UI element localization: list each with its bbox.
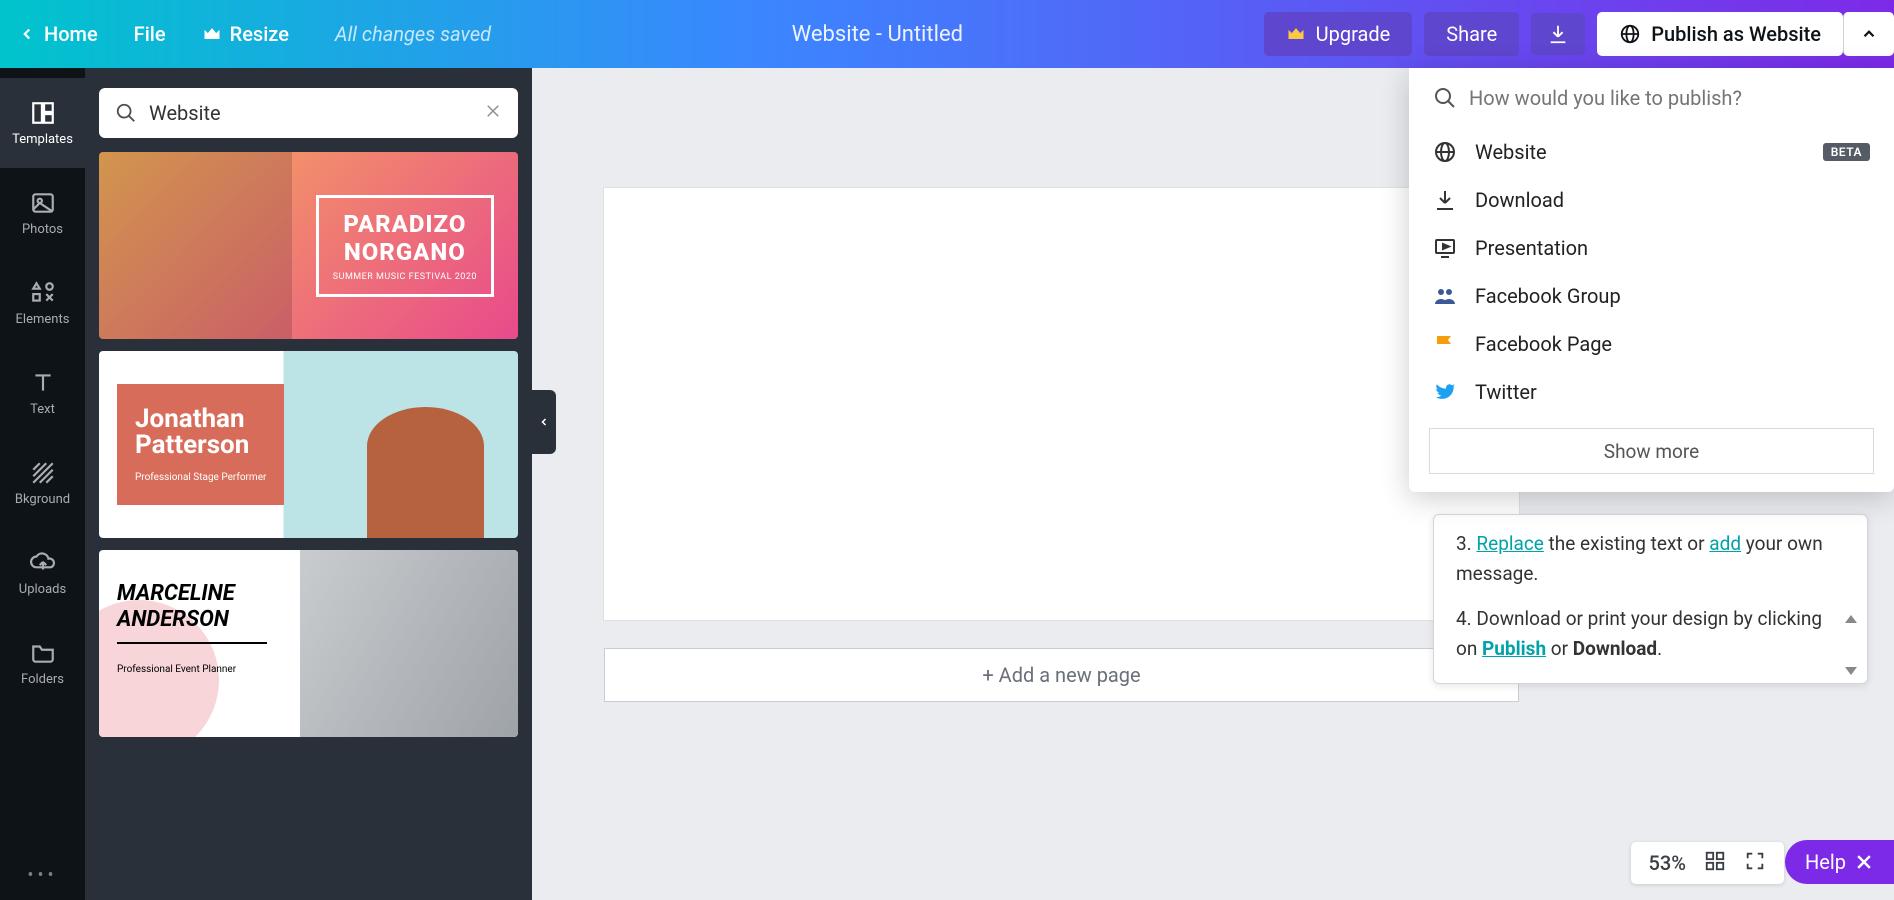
template-card[interactable]: JonathanPatterson Professional Stage Per… — [99, 351, 518, 538]
tips-add-link[interactable]: add — [1709, 532, 1741, 555]
flag-icon — [1433, 332, 1457, 356]
home-label: Home — [44, 22, 98, 46]
rail-folders[interactable]: Folders — [0, 618, 85, 708]
left-rail: Templates Photos Elements Text Bkground … — [0, 68, 85, 900]
text-icon — [30, 370, 56, 396]
publish-option-fbgroup[interactable]: Facebook Group — [1409, 272, 1894, 320]
publish-dropdown: Website BETA Download Presentation Faceb… — [1409, 68, 1894, 492]
save-status: All changes saved — [335, 22, 491, 46]
publish-option-presentation[interactable]: Presentation — [1409, 224, 1894, 272]
hatch-icon — [30, 460, 56, 486]
panel-collapse-toggle[interactable] — [532, 390, 556, 454]
resize-menu[interactable]: Resize — [202, 22, 289, 46]
show-more-button[interactable]: Show more — [1429, 428, 1874, 474]
download-button[interactable] — [1531, 13, 1585, 55]
beta-badge: BETA — [1823, 143, 1870, 161]
close-icon — [1854, 852, 1874, 872]
templates-panel: PARADIZONORGANO SUMMER MUSIC FESTIVAL 20… — [85, 68, 532, 900]
rail-background[interactable]: Bkground — [0, 438, 85, 528]
presentation-icon — [1433, 236, 1457, 260]
crown-icon — [202, 24, 222, 44]
publish-dropdown-toggle[interactable] — [1843, 12, 1894, 56]
rail-text[interactable]: Text — [0, 348, 85, 438]
image-icon — [30, 190, 56, 216]
grid-view-icon[interactable] — [1704, 850, 1726, 876]
chevron-left-icon — [538, 416, 550, 428]
publish-option-website[interactable]: Website BETA — [1409, 128, 1894, 176]
file-menu[interactable]: File — [134, 22, 166, 46]
design-page[interactable] — [604, 188, 1519, 620]
home-button[interactable]: Home — [18, 22, 98, 46]
clear-search-icon[interactable] — [484, 102, 502, 124]
search-icon — [115, 102, 137, 124]
search-input[interactable] — [149, 101, 484, 125]
template-card[interactable]: PARADIZONORGANO SUMMER MUSIC FESTIVAL 20… — [99, 152, 518, 339]
publish-button[interactable]: Publish as Website — [1597, 12, 1843, 56]
add-page-button[interactable]: + Add a new page — [604, 648, 1519, 702]
search-box[interactable] — [99, 88, 518, 138]
share-button[interactable]: Share — [1424, 12, 1519, 56]
folder-icon — [30, 640, 56, 666]
tips-scroll-down-icon[interactable] — [1845, 667, 1857, 675]
rail-elements[interactable]: Elements — [0, 258, 85, 348]
zoom-value[interactable]: 53% — [1649, 851, 1686, 875]
zoom-controls: 53% — [1631, 842, 1784, 884]
chevron-left-icon — [18, 25, 36, 43]
publish-option-twitter[interactable]: Twitter — [1409, 368, 1894, 416]
shapes-icon — [30, 280, 56, 306]
upgrade-button[interactable]: Upgrade — [1264, 12, 1413, 56]
search-icon — [1433, 86, 1457, 110]
fullscreen-icon[interactable] — [1744, 850, 1766, 876]
rail-templates[interactable]: Templates — [0, 78, 85, 168]
tips-scroll-up-icon[interactable] — [1845, 615, 1857, 623]
top-bar: Home File Resize All changes saved Websi… — [0, 0, 1894, 68]
tips-publish-link[interactable]: Publish — [1482, 637, 1546, 660]
publish-search[interactable] — [1409, 68, 1894, 128]
publish-option-download[interactable]: Download — [1409, 176, 1894, 224]
download-icon — [1547, 23, 1569, 45]
rail-photos[interactable]: Photos — [0, 168, 85, 258]
publish-search-input[interactable] — [1469, 86, 1870, 110]
website-icon — [1619, 23, 1641, 45]
website-icon — [1433, 140, 1457, 164]
download-icon — [1433, 188, 1457, 212]
document-title[interactable]: Website - Untitled — [792, 22, 963, 47]
tips-card: 3. Replace the existing text or add your… — [1433, 514, 1868, 684]
rail-more[interactable]: ••• — [27, 865, 57, 886]
group-icon — [1433, 284, 1457, 308]
canvas-area: + Add a new page 3. Replace the existing… — [532, 68, 1894, 900]
publish-option-fbpage[interactable]: Facebook Page — [1409, 320, 1894, 368]
templates-icon — [30, 100, 56, 126]
twitter-icon — [1433, 380, 1457, 404]
rail-uploads[interactable]: Uploads — [0, 528, 85, 618]
cloud-upload-icon — [30, 550, 56, 576]
chevron-up-icon — [1860, 25, 1878, 43]
crown-icon — [1286, 24, 1306, 44]
help-button[interactable]: Help — [1785, 840, 1894, 884]
tips-replace-link[interactable]: Replace — [1476, 532, 1543, 555]
template-card[interactable]: MARCELINEANDERSON Professional Event Pla… — [99, 550, 518, 737]
